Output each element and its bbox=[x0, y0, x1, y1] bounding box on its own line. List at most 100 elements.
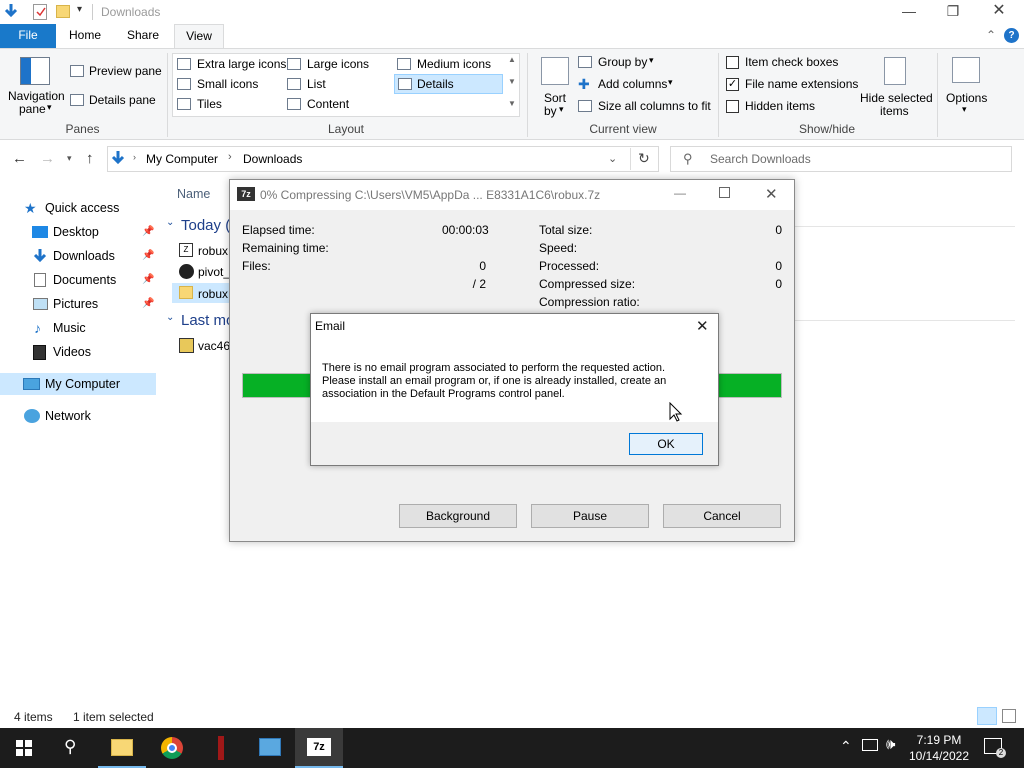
group-last-modified[interactable]: Last mo bbox=[181, 312, 234, 329]
ribbon: Navigation pane ▾ Preview pane Details p… bbox=[0, 48, 1024, 140]
chevron-down-icon[interactable]: ⌄ bbox=[166, 217, 174, 228]
size-all-columns-button[interactable]: Size all columns to fit bbox=[578, 99, 713, 115]
maximize-button[interactable] bbox=[719, 187, 730, 198]
nav-music[interactable]: ♪ Music bbox=[32, 317, 154, 339]
tab-home[interactable]: Home bbox=[60, 24, 110, 48]
clock-time[interactable]: 7:19 PM bbox=[908, 733, 970, 747]
options-button[interactable]: Options ▾ bbox=[942, 55, 990, 117]
pause-button[interactable]: Pause bbox=[531, 504, 649, 528]
tab-view[interactable]: View bbox=[174, 24, 224, 49]
nav-videos[interactable]: Videos bbox=[32, 341, 154, 363]
recent-locations-icon[interactable]: ▾ bbox=[67, 153, 72, 164]
tab-share[interactable]: Share bbox=[118, 24, 168, 48]
hidden-items-toggle[interactable]: Hidden items bbox=[726, 99, 826, 115]
file-item[interactable]: pivot_ bbox=[178, 263, 230, 281]
breadcrumb-my-computer[interactable]: My Computer bbox=[146, 152, 218, 166]
minimize-button[interactable]: — bbox=[674, 186, 686, 200]
start-button[interactable] bbox=[0, 728, 48, 768]
properties-icon[interactable] bbox=[33, 4, 47, 20]
address-bar[interactable]: › My Computer › Downloads ⌄ ↻ bbox=[107, 146, 659, 172]
medium-icons-option[interactable]: Medium icons bbox=[397, 57, 502, 73]
nav-quick-access[interactable]: ★ Quick access bbox=[24, 197, 154, 219]
clock-date[interactable]: 10/14/2022 bbox=[906, 749, 972, 763]
file-name-extensions-toggle[interactable]: ✓ File name extensions bbox=[726, 77, 858, 93]
file-name: robux bbox=[198, 244, 229, 258]
details-view-icon[interactable] bbox=[977, 707, 997, 725]
gallery-more-icon[interactable]: ▼ bbox=[508, 99, 516, 108]
volume-icon[interactable]: 🕪 bbox=[886, 736, 895, 753]
nav-pictures[interactable]: Pictures 📌 bbox=[32, 293, 154, 315]
nav-desktop[interactable]: Desktop 📌 bbox=[32, 221, 154, 243]
search-input[interactable]: Search Downloads bbox=[710, 152, 811, 166]
chevron-down-icon[interactable]: ⌄ bbox=[166, 312, 174, 323]
column-header-name[interactable]: Name bbox=[177, 187, 210, 201]
address-dropdown-icon[interactable]: ⌄ bbox=[608, 152, 617, 165]
divider bbox=[92, 4, 93, 20]
extra-large-icons-option[interactable]: Extra large icons bbox=[177, 57, 286, 73]
file-item[interactable]: vac46 bbox=[178, 337, 230, 355]
chrome-taskbar-button[interactable] bbox=[148, 728, 196, 768]
scroll-down-icon[interactable]: ▼ bbox=[508, 77, 516, 86]
cancel-button[interactable]: Cancel bbox=[663, 504, 781, 528]
7zip-taskbar-button[interactable]: 7z bbox=[295, 728, 343, 768]
details-pane-button[interactable]: Details pane bbox=[70, 92, 160, 108]
nav-documents[interactable]: Documents 📌 bbox=[32, 269, 154, 291]
minimize-button[interactable]: — bbox=[886, 0, 932, 24]
breadcrumb-downloads[interactable]: Downloads bbox=[243, 152, 302, 166]
list-option[interactable]: List bbox=[287, 77, 387, 93]
search-box[interactable]: ⚲ Search Downloads bbox=[670, 146, 1012, 172]
close-button[interactable]: ✕ bbox=[976, 0, 1022, 24]
nav-network[interactable]: Network bbox=[24, 405, 154, 427]
close-button[interactable]: ✕ bbox=[696, 317, 709, 335]
up-arrow-icon[interactable]: ↑ bbox=[86, 150, 94, 167]
collapse-ribbon-icon[interactable]: ⌃ bbox=[986, 28, 996, 42]
navigation-pane-button[interactable]: Navigation pane ▾ bbox=[6, 55, 65, 116]
new-folder-icon[interactable] bbox=[56, 5, 70, 18]
message-line-1: There is no email program associated to … bbox=[322, 362, 666, 374]
sort-by-button[interactable]: Sort by ▾ bbox=[537, 55, 573, 118]
tiles-option[interactable]: Tiles bbox=[177, 97, 277, 113]
nav-my-computer[interactable]: My Computer bbox=[0, 373, 156, 395]
preview-pane-icon bbox=[70, 65, 84, 77]
network-status-icon[interactable] bbox=[862, 739, 878, 751]
back-arrow-icon[interactable]: ← bbox=[12, 150, 27, 167]
forward-arrow-icon[interactable]: → bbox=[40, 150, 55, 167]
group-by-button[interactable]: Group by ▾ bbox=[578, 55, 658, 71]
tab-file[interactable]: File bbox=[0, 24, 56, 48]
file-item-selected[interactable]: robux bbox=[172, 283, 230, 303]
help-icon[interactable]: ? bbox=[1004, 28, 1019, 43]
content-option[interactable]: Content bbox=[287, 97, 387, 113]
show-hidden-icons-icon[interactable]: ⌃ bbox=[840, 738, 852, 755]
large-icons-view-icon[interactable] bbox=[1002, 709, 1016, 723]
ok-button[interactable]: OK bbox=[629, 433, 703, 455]
item-check-boxes-toggle[interactable]: Item check boxes bbox=[726, 55, 846, 71]
pin-icon[interactable]: 📌 bbox=[142, 269, 154, 291]
large-icons-option[interactable]: Large icons bbox=[287, 57, 387, 73]
file-explorer-taskbar-button[interactable] bbox=[98, 728, 146, 768]
maximize-button[interactable]: ❐ bbox=[930, 0, 976, 24]
preview-pane-button[interactable]: Preview pane bbox=[70, 63, 162, 79]
close-button[interactable]: ✕ bbox=[765, 185, 778, 203]
pin-icon[interactable]: 📌 bbox=[142, 221, 154, 243]
search-button[interactable]: ⚲ bbox=[48, 728, 96, 768]
hide-selected-items-button[interactable]: Hide selected items bbox=[858, 55, 933, 118]
details-option[interactable]: Details bbox=[394, 74, 503, 94]
app-taskbar-button[interactable] bbox=[198, 728, 246, 768]
nav-downloads[interactable]: Downloads 📌 bbox=[32, 245, 154, 267]
pin-icon[interactable]: 📌 bbox=[142, 245, 154, 267]
pin-icon[interactable]: 📌 bbox=[142, 293, 154, 315]
tiles-icon bbox=[177, 98, 191, 110]
search-icon: ⚲ bbox=[683, 151, 693, 166]
downloads-arrow-icon bbox=[33, 248, 47, 264]
small-icons-option[interactable]: Small icons bbox=[177, 77, 277, 93]
downloads-arrow-icon[interactable] bbox=[4, 3, 18, 19]
control-panel-taskbar-button[interactable] bbox=[246, 728, 294, 768]
add-columns-button[interactable]: ✚ Add columns ▾ bbox=[578, 77, 678, 93]
scroll-up-icon[interactable]: ▲ bbox=[508, 55, 516, 64]
background-button[interactable]: Background bbox=[399, 504, 517, 528]
customize-toolbar-icon[interactable]: ▾ bbox=[77, 4, 82, 15]
divider bbox=[630, 148, 631, 170]
file-item[interactable]: Z robux bbox=[178, 242, 230, 260]
group-today[interactable]: Today ( bbox=[181, 217, 230, 234]
refresh-icon[interactable]: ↻ bbox=[638, 150, 650, 167]
